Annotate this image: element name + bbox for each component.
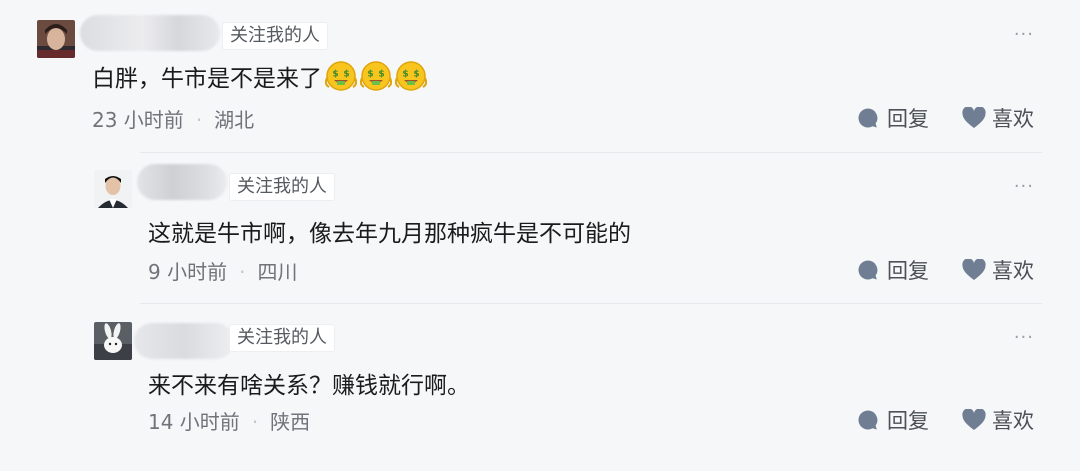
location: 四川 — [257, 260, 298, 284]
heart-icon — [962, 408, 986, 431]
reply-button[interactable]: 回复 — [857, 103, 929, 133]
comment-text-row: 这就是牛市啊，像去年九月那种疯牛是不可能的 — [148, 214, 631, 248]
comment-item: 关注我的人 ··· 白胖，牛市是不是来了 $ $ $ $ $ $ 23 小时前 … — [0, 0, 1080, 155]
money-face-emoji: $ $ — [324, 60, 358, 92]
comment-text: 白胖，牛市是不是来了 — [92, 66, 322, 92]
follower-badge: 关注我的人 — [222, 22, 328, 50]
like-button[interactable]: 喜欢 — [962, 405, 1034, 435]
comment-text-row: 白胖，牛市是不是来了 $ $ $ $ $ $ — [92, 59, 428, 93]
heart-icon — [962, 258, 986, 281]
location: 陕西 — [270, 410, 311, 434]
comment-item: 关注我的人 ··· 这就是牛市啊，像去年九月那种疯牛是不可能的 9 小时前 · 四川… — [0, 152, 1080, 304]
meta-separator: · — [251, 410, 259, 434]
comment-text-row: 来不来有啥关系？赚钱就行啊。 — [148, 366, 470, 400]
comment-text: 来不来有啥关系？赚钱就行啊。 — [148, 373, 470, 399]
speech-bubble-icon — [857, 107, 879, 129]
like-label: 喜欢 — [992, 409, 1034, 433]
avatar[interactable] — [94, 170, 132, 208]
comment-text: 这就是牛市啊，像去年九月那种疯牛是不可能的 — [148, 221, 631, 247]
reply-label: 回复 — [887, 259, 929, 283]
money-face-emoji: $ $ — [394, 60, 428, 92]
avatar[interactable] — [37, 20, 75, 58]
comment-meta: 23 小时前 · 湖北 — [92, 104, 254, 133]
username-blurred[interactable] — [137, 164, 227, 200]
svg-text:$: $ — [343, 70, 349, 80]
money-face-emoji: $ $ — [359, 60, 393, 92]
follower-badge: 关注我的人 — [229, 324, 335, 352]
reply-button[interactable]: 回复 — [857, 255, 929, 285]
username-blurred[interactable] — [80, 15, 220, 51]
svg-text:$: $ — [402, 70, 408, 80]
like-button[interactable]: 喜欢 — [962, 103, 1034, 133]
svg-text:$: $ — [367, 70, 373, 80]
like-label: 喜欢 — [992, 107, 1034, 131]
reply-label: 回复 — [887, 107, 929, 131]
location: 湖北 — [214, 108, 255, 132]
follower-badge: 关注我的人 — [229, 173, 335, 201]
meta-separator: · — [239, 260, 246, 284]
svg-text:$: $ — [378, 70, 384, 80]
more-options-icon[interactable]: ··· — [1014, 176, 1034, 197]
like-button[interactable]: 喜欢 — [962, 255, 1034, 285]
heart-icon — [962, 106, 986, 129]
comment-meta: 14 小时前 · 陕西 — [148, 406, 310, 435]
reply-label: 回复 — [887, 409, 929, 433]
comment-meta: 9 小时前 · 四川 — [148, 256, 297, 285]
speech-bubble-icon — [857, 409, 879, 431]
more-options-icon[interactable]: ··· — [1014, 327, 1034, 348]
username-blurred[interactable] — [134, 323, 234, 359]
like-label: 喜欢 — [992, 259, 1034, 283]
comment-item: 关注我的人 ··· 来不来有啥关系？赚钱就行啊。 14 小时前 · 陕西 回复 喜欢 — [0, 303, 1080, 471]
svg-text:$: $ — [413, 70, 419, 80]
speech-bubble-icon — [857, 259, 879, 281]
avatar[interactable] — [94, 322, 132, 360]
more-options-icon[interactable]: ··· — [1014, 24, 1034, 45]
timestamp: 14 小时前 — [148, 410, 240, 434]
reply-button[interactable]: 回复 — [857, 405, 929, 435]
meta-separator: · — [195, 108, 203, 132]
timestamp: 9 小时前 — [148, 260, 228, 284]
timestamp: 23 小时前 — [92, 108, 184, 132]
svg-text:$: $ — [332, 70, 338, 80]
